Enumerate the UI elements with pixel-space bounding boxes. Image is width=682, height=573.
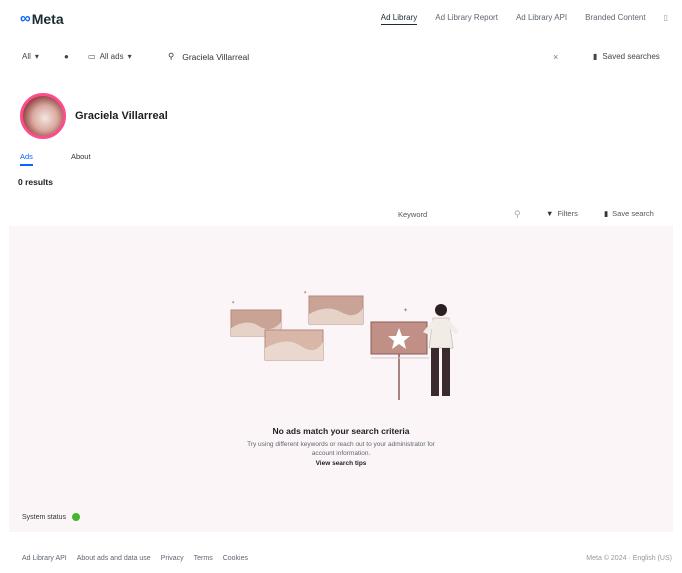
footer-link-terms[interactable]: Terms — [194, 555, 213, 562]
chevron-down-icon: ▾ — [127, 52, 132, 61]
search-input[interactable]: ⚲ Graciela Villarreal — [168, 51, 249, 62]
footer: Ad Library API About ads and data use Pr… — [22, 555, 672, 562]
search-query-value: Graciela Villarreal — [182, 51, 250, 62]
nav-ad-library-api[interactable]: Ad Library API — [516, 13, 567, 25]
chevron-down-icon: ▾ — [34, 52, 39, 61]
filters-label: Filters — [557, 209, 578, 218]
system-status-label: System status — [22, 513, 66, 521]
saved-searches-button[interactable]: ▮ Saved searches — [593, 52, 660, 61]
country-dropdown[interactable]: All ▾ — [22, 52, 39, 61]
top-bar: ∞ Meta Ad Library Ad Library Report Ad L… — [0, 0, 682, 40]
nav-ad-library-report[interactable]: Ad Library Report — [435, 13, 498, 25]
menu-icon[interactable]: ▯ — [664, 13, 668, 25]
nav-branded-content[interactable]: Branded Content — [585, 13, 646, 25]
footer-links: Ad Library API About ads and data use Pr… — [22, 555, 672, 562]
footer-link-cookies[interactable]: Cookies — [223, 555, 248, 562]
keyword-input[interactable]: Keyword — [398, 210, 427, 219]
footer-link-about-ads[interactable]: About ads and data use — [77, 555, 151, 562]
empty-state-body: Try using different keywords or reach ou… — [247, 441, 435, 458]
svg-text:✦: ✦ — [403, 307, 408, 314]
empty-state-title: No ads match your search criteria — [272, 426, 410, 436]
filters-button[interactable]: ▼ Filters — [546, 209, 578, 218]
svg-text:✦: ✦ — [303, 290, 307, 296]
avatar[interactable] — [20, 93, 66, 139]
results-toolbar: Keyword ⚲ ▼ Filters ▮ Save search — [0, 207, 682, 225]
save-search-button[interactable]: ▮ Save search — [604, 209, 654, 218]
globe-icon: ● — [64, 52, 69, 61]
monitor-icon: ▭ — [88, 52, 96, 61]
filter-bar: All ▾ ● ▭ All ads ▾ ⚲ Graciela Villarrea… — [0, 46, 682, 72]
footer-link-privacy[interactable]: Privacy — [161, 555, 184, 562]
page-profile: Graciela Villarreal — [20, 93, 168, 139]
globe-button[interactable]: ● — [64, 52, 69, 61]
bookmark-icon: ▮ — [593, 52, 598, 61]
tab-about[interactable]: About — [71, 152, 91, 166]
logo-text: Meta — [31, 10, 64, 27]
saved-searches-label: Saved searches — [602, 52, 660, 61]
keyword-search-icon[interactable]: ⚲ — [514, 209, 521, 220]
profile-tabs: Ads About — [20, 152, 91, 166]
ad-category-dropdown[interactable]: ▭ All ads ▾ — [88, 52, 132, 61]
search-icon: ⚲ — [168, 51, 175, 61]
empty-state-illustration: ✦ ✦ ✦ — [230, 290, 459, 400]
ad-category-value: All ads — [99, 52, 124, 61]
nav-ad-library[interactable]: Ad Library — [380, 13, 418, 25]
meta-infinity-icon: ∞ — [20, 10, 31, 27]
system-status[interactable]: System status — [22, 513, 80, 521]
filter-icon: ▼ — [546, 209, 554, 218]
empty-state: No ads match your search criteria Try us… — [9, 426, 673, 467]
footer-link-api[interactable]: Ad Library API — [22, 555, 67, 562]
svg-text:✦: ✦ — [231, 300, 235, 306]
status-ok-icon — [71, 513, 80, 521]
country-value: All — [22, 52, 31, 61]
tab-ads[interactable]: Ads — [20, 152, 33, 166]
view-search-tips-link[interactable]: View search tips — [9, 460, 673, 467]
ad-library-page: ∞ Meta Ad Library Ad Library Report Ad L… — [0, 0, 682, 573]
results-panel: ✦ ✦ ✦ No ads match your search criteria … — [9, 226, 673, 532]
clear-search-button[interactable]: × — [553, 52, 558, 62]
results-count: 0 results — [18, 177, 53, 187]
top-nav: Ad Library Ad Library Report Ad Library … — [380, 13, 668, 25]
save-search-label: Save search — [612, 209, 654, 218]
footer-copyright: Meta © 2024 · English (US) — [586, 555, 672, 562]
bookmark-icon: ▮ — [604, 209, 609, 218]
profile-name[interactable]: Graciela Villarreal — [75, 110, 168, 122]
meta-logo[interactable]: ∞ Meta — [20, 10, 64, 27]
